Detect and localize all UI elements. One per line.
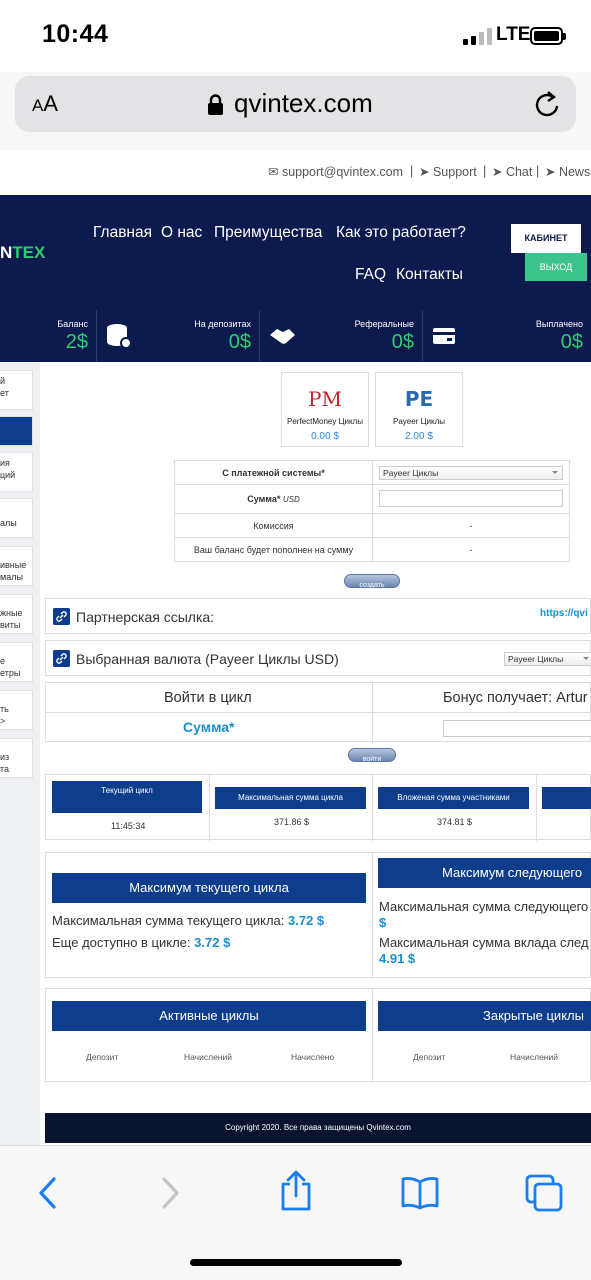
max-next-line1: Максимальная сумма следующего bbox=[379, 899, 589, 914]
sidebar-item[interactable]: ть > bbox=[0, 690, 33, 730]
credit-card-icon bbox=[433, 328, 455, 344]
max-next-title: Максимум следующего bbox=[378, 858, 591, 888]
stats-bar: Баланс 2$ На депозитах 0$ Реферальные 0$ Вы… bbox=[0, 310, 591, 362]
sidebar-item[interactable]: жные виты bbox=[0, 594, 33, 634]
max-cycle-sum-value: 371.86 $ bbox=[274, 817, 310, 827]
credit-label: Ваш баланс будет пополнен на сумму bbox=[174, 537, 373, 562]
invested-sum-value: 374.81 $ bbox=[437, 817, 473, 827]
fee-value: - bbox=[372, 513, 570, 538]
share-icon[interactable] bbox=[279, 1170, 313, 1212]
sidebar: й ет ия ций алы ивные малы жные виты е е… bbox=[0, 362, 40, 1145]
fee-label: Комиссия bbox=[174, 513, 373, 538]
main-navbar: NTEX Главная О нас Преимущества Как это … bbox=[0, 195, 591, 310]
current-cycle-timer: 11:45:34 bbox=[111, 821, 146, 831]
nav-faq[interactable]: FAQ bbox=[355, 266, 386, 284]
sidebar-item-active[interactable] bbox=[0, 416, 33, 446]
exit-button[interactable]: ВЫХОД bbox=[525, 253, 587, 281]
battery-icon bbox=[530, 27, 566, 45]
reload-icon[interactable] bbox=[534, 90, 562, 120]
stat-paid: Выплачено 0$ bbox=[422, 310, 591, 362]
join-cycle-table: Войти в цикл Бонус получает: Artur Сумма… bbox=[45, 682, 591, 743]
system-label: С платежной системы* bbox=[174, 460, 373, 485]
currency-row: Выбранная валюта (Payeer Циклы USD) Paye… bbox=[45, 640, 591, 676]
bookmarks-icon[interactable] bbox=[400, 1176, 440, 1210]
system-select[interactable]: Payeer Циклы bbox=[379, 465, 563, 480]
nav-about[interactable]: О нас bbox=[161, 224, 202, 242]
sidebar-item[interactable]: из та bbox=[0, 738, 33, 778]
payment-perfectmoney[interactable]: PM PerfectMoney Циклы 0.00 $ bbox=[281, 372, 369, 447]
current-cycle-header: Текущий цикл bbox=[52, 781, 202, 813]
deposit-form: С платежной системы* Payeer Циклы Сумма*… bbox=[174, 460, 570, 562]
nav-how[interactable]: Как это работает? bbox=[336, 224, 466, 242]
sidebar-item[interactable]: ия ций bbox=[0, 452, 33, 492]
web-page: ✉ support@qvintex.com | ➤ Support | ➤ Ch… bbox=[0, 150, 591, 1145]
link-icon bbox=[53, 650, 70, 667]
cycle-amount-input[interactable] bbox=[443, 720, 591, 737]
cabinet-button[interactable]: КАБИНЕТ bbox=[511, 224, 581, 253]
invested-sum-header: Вложеная сумма участниками bbox=[378, 787, 529, 809]
next-stat-header bbox=[542, 787, 591, 809]
bonus-label: Бонус получает: Artur bbox=[443, 690, 588, 706]
cycles-panels: Активные циклы Депозит Начислений Начисл… bbox=[45, 988, 591, 1083]
create-button[interactable]: создать bbox=[344, 574, 400, 588]
max-cycle-panels: Максимум текущего цикла Максимальная сум… bbox=[45, 852, 591, 979]
amount-label: Сумма* USD bbox=[174, 484, 373, 514]
max-current-line2: Еще доступно в цикле: 3.72 $ bbox=[52, 935, 231, 950]
currency-label: Выбранная валюта (Payeer Циклы USD) bbox=[76, 651, 339, 667]
credit-value: - bbox=[372, 537, 570, 562]
closed-cycles-title: Закрытые циклы bbox=[378, 1001, 591, 1031]
cycle-amount-label: Сумма* bbox=[183, 719, 235, 735]
partner-label: Партнерская ссылка: bbox=[76, 609, 215, 625]
nav-home[interactable]: Главная bbox=[93, 224, 152, 242]
network-label: LTE bbox=[496, 24, 531, 45]
payeer-logo: PE bbox=[404, 387, 434, 411]
partner-url[interactable]: https://qvi bbox=[540, 608, 588, 619]
url-text[interactable]: qvintex.com bbox=[234, 88, 373, 119]
reader-settings-button[interactable]: AA bbox=[32, 91, 58, 117]
nav-contacts[interactable]: Контакты bbox=[396, 266, 463, 284]
main-content: PM PerfectMoney Циклы 0.00 $ PE Payeer Ц… bbox=[45, 362, 591, 1145]
top-links: ✉ support@qvintex.com | ➤ Support | ➤ Ch… bbox=[268, 164, 591, 179]
currency-select[interactable]: Payeer Циклы bbox=[504, 652, 591, 666]
signal-icon bbox=[463, 28, 493, 45]
sidebar-item[interactable]: е етры bbox=[0, 642, 33, 682]
perfectmoney-logo: PM bbox=[308, 387, 342, 411]
max-current-title: Максимум текущего цикла bbox=[52, 873, 366, 903]
max-next-line2: Максимальная сумма вклада след bbox=[379, 935, 589, 950]
max-current-line1: Максимальная сумма текущего цикла: 3.72 … bbox=[52, 913, 325, 928]
coins-icon bbox=[107, 324, 132, 349]
sidebar-item[interactable]: алы bbox=[0, 498, 33, 538]
site-footer: Copyright 2020. Все права защищены Qvint… bbox=[45, 1113, 591, 1143]
site-logo[interactable]: NTEX bbox=[0, 243, 45, 263]
forward-icon[interactable] bbox=[160, 1176, 182, 1210]
enter-cycle-label: Войти в цикл bbox=[164, 690, 252, 706]
chat-link[interactable]: ➤ Chat bbox=[492, 164, 532, 179]
tabs-icon[interactable] bbox=[524, 1173, 564, 1213]
payment-payeer[interactable]: PE Payeer Циклы 2.00 $ bbox=[375, 372, 463, 447]
stat-referral: Реферальные 0$ bbox=[259, 310, 422, 362]
max-cycle-sum-header: Максимальная сумма цикла bbox=[215, 787, 366, 809]
back-icon[interactable] bbox=[36, 1176, 58, 1210]
sidebar-item[interactable]: й ет bbox=[0, 370, 33, 410]
sidebar-item[interactable]: ивные малы bbox=[0, 546, 33, 586]
home-indicator bbox=[190, 1259, 402, 1266]
support-link[interactable]: ➤ Support bbox=[419, 164, 477, 179]
news-link[interactable]: ➤ News bbox=[545, 164, 590, 179]
stat-deposits: На депозитах 0$ bbox=[96, 310, 259, 362]
stat-balance: Баланс 2$ bbox=[57, 319, 88, 353]
link-icon bbox=[53, 608, 70, 625]
lock-icon bbox=[208, 94, 223, 115]
handshake-icon bbox=[270, 329, 295, 344]
active-cycles-title: Активные циклы bbox=[52, 1001, 366, 1031]
enter-button[interactable]: войти bbox=[348, 748, 396, 762]
partner-link-row: Партнерская ссылка: https://qvi bbox=[45, 598, 591, 634]
status-time: 10:44 bbox=[42, 20, 109, 48]
cycle-stats: Текущий цикл 11:45:34 Максимальная сумма… bbox=[45, 774, 591, 841]
amount-input[interactable] bbox=[379, 489, 563, 507]
email-link[interactable]: ✉ support@qvintex.com bbox=[268, 164, 403, 179]
nav-advantages[interactable]: Преимущества bbox=[214, 224, 322, 242]
